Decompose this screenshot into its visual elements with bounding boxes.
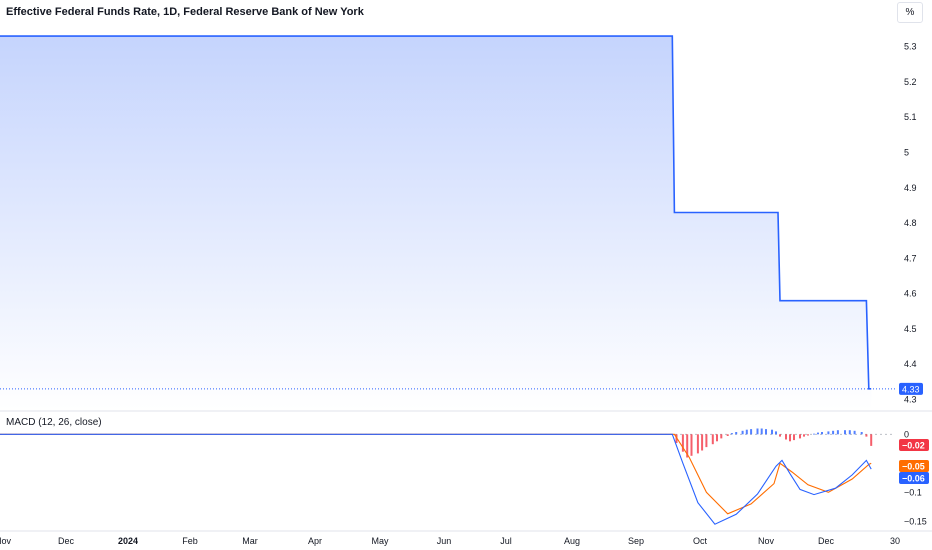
macd-histogram-bar xyxy=(720,434,723,439)
time-tick-label: 2024 xyxy=(118,536,138,546)
macd-histogram-bar xyxy=(785,434,787,440)
macd-histogram-bar xyxy=(817,432,819,435)
macd-histogram-bar xyxy=(836,430,839,435)
macd-histogram-bar xyxy=(735,432,738,435)
price-tick-label: 4.9 xyxy=(904,183,917,193)
macd-pane xyxy=(0,428,932,532)
macd-histogram-bar xyxy=(765,429,767,435)
macd-histogram-bar xyxy=(870,434,873,446)
time-tick-label: Jun xyxy=(437,536,452,546)
price-tick-label: 4.5 xyxy=(904,324,917,334)
macd-histogram-bar xyxy=(793,434,795,441)
macd-tick-label: 0 xyxy=(904,429,909,439)
chart-canvas[interactable]: Nov Dec 2024 Feb Mar Apr May Jun Jul Aug Sep Oct Nov… xyxy=(0,0,932,550)
macd-histogram-bar xyxy=(853,430,856,435)
macd-histogram-bar xyxy=(711,434,714,445)
signal-value-label: −0.05 xyxy=(902,462,925,472)
macd-histogram-bar xyxy=(827,431,830,435)
price-tick-label: 4.7 xyxy=(904,253,917,263)
price-tick-label: 4.8 xyxy=(904,218,917,228)
macd-histogram-bar xyxy=(860,432,863,435)
price-tick-label: 5 xyxy=(904,148,909,158)
price-tick-label: 4.3 xyxy=(904,394,917,404)
time-tick-label: May xyxy=(371,536,389,546)
macd-histogram-bar xyxy=(750,429,753,435)
macd-histogram-bar xyxy=(716,434,718,442)
macd-histogram-bar xyxy=(832,430,835,435)
time-tick-label: Dec xyxy=(58,536,75,546)
macd-histogram-bar xyxy=(756,428,759,435)
macd-histogram-bar xyxy=(771,429,773,435)
histogram-value-label: −0.02 xyxy=(902,441,925,451)
signal-line[interactable] xyxy=(0,433,872,515)
macd-histogram-bar xyxy=(775,431,777,435)
macd-histogram-bar xyxy=(705,434,708,448)
macd-histogram-bar xyxy=(779,434,781,437)
price-tick-label: 4.6 xyxy=(904,289,917,299)
time-tick-label: Aug xyxy=(564,536,580,546)
time-tick-label: Mar xyxy=(242,536,258,546)
time-tick-label: Oct xyxy=(693,536,708,546)
macd-histogram-bar xyxy=(690,434,693,456)
time-tick-label: Feb xyxy=(182,536,198,546)
macd-histogram-bar xyxy=(807,434,809,436)
macd-value-label: −0.06 xyxy=(902,474,925,484)
time-tick-label: Jul xyxy=(500,536,512,546)
price-axis: 4.3 4.4 4.5 4.6 4.7 4.8 4.9 5 5.1 5.2 5.3 4.33 xyxy=(899,42,923,404)
macd-histogram-bar xyxy=(745,429,748,435)
last-value-label: 4.33 xyxy=(902,384,920,394)
price-pane xyxy=(0,35,932,412)
macd-histogram-bar xyxy=(730,433,733,435)
rate-area-fill xyxy=(0,36,872,410)
macd-histogram-bar xyxy=(696,434,699,454)
macd-histogram-bar xyxy=(741,430,744,435)
time-tick-label: Sep xyxy=(628,536,644,546)
time-axis: Nov Dec 2024 Feb Mar Apr May Jun Jul Aug Sep Oct Nov… xyxy=(0,536,900,546)
macd-line[interactable] xyxy=(0,433,872,525)
macd-histogram-bar xyxy=(789,434,791,442)
macd-axis: 0−0.05−0.1−0.15−0.02−0.05−0.06 xyxy=(899,429,929,526)
time-tick-label: 30 xyxy=(890,536,900,546)
macd-histogram-bar xyxy=(813,433,815,435)
price-tick-label: 5.3 xyxy=(904,42,917,52)
macd-tick-label: −0.1 xyxy=(904,487,922,497)
macd-histogram-bar xyxy=(726,434,729,436)
time-tick-label: Apr xyxy=(308,536,322,546)
macd-histogram-bar xyxy=(760,428,763,435)
macd-histogram-bar xyxy=(803,434,805,437)
macd-histogram-bar xyxy=(865,434,868,437)
price-tick-label: 5.2 xyxy=(904,77,917,87)
time-tick-label: Nov xyxy=(0,536,11,546)
macd-histogram-bar xyxy=(848,430,851,435)
macd-histogram-bar xyxy=(821,432,823,435)
macd-histogram-bar xyxy=(799,434,801,439)
price-tick-label: 5.1 xyxy=(904,112,917,122)
price-tick-label: 4.4 xyxy=(904,359,917,369)
time-tick-label: Nov xyxy=(758,536,775,546)
time-tick-label: Dec xyxy=(818,536,835,546)
macd-tick-label: −0.15 xyxy=(904,516,927,526)
macd-histogram-bar xyxy=(844,430,846,435)
macd-histogram-bar xyxy=(701,434,704,451)
